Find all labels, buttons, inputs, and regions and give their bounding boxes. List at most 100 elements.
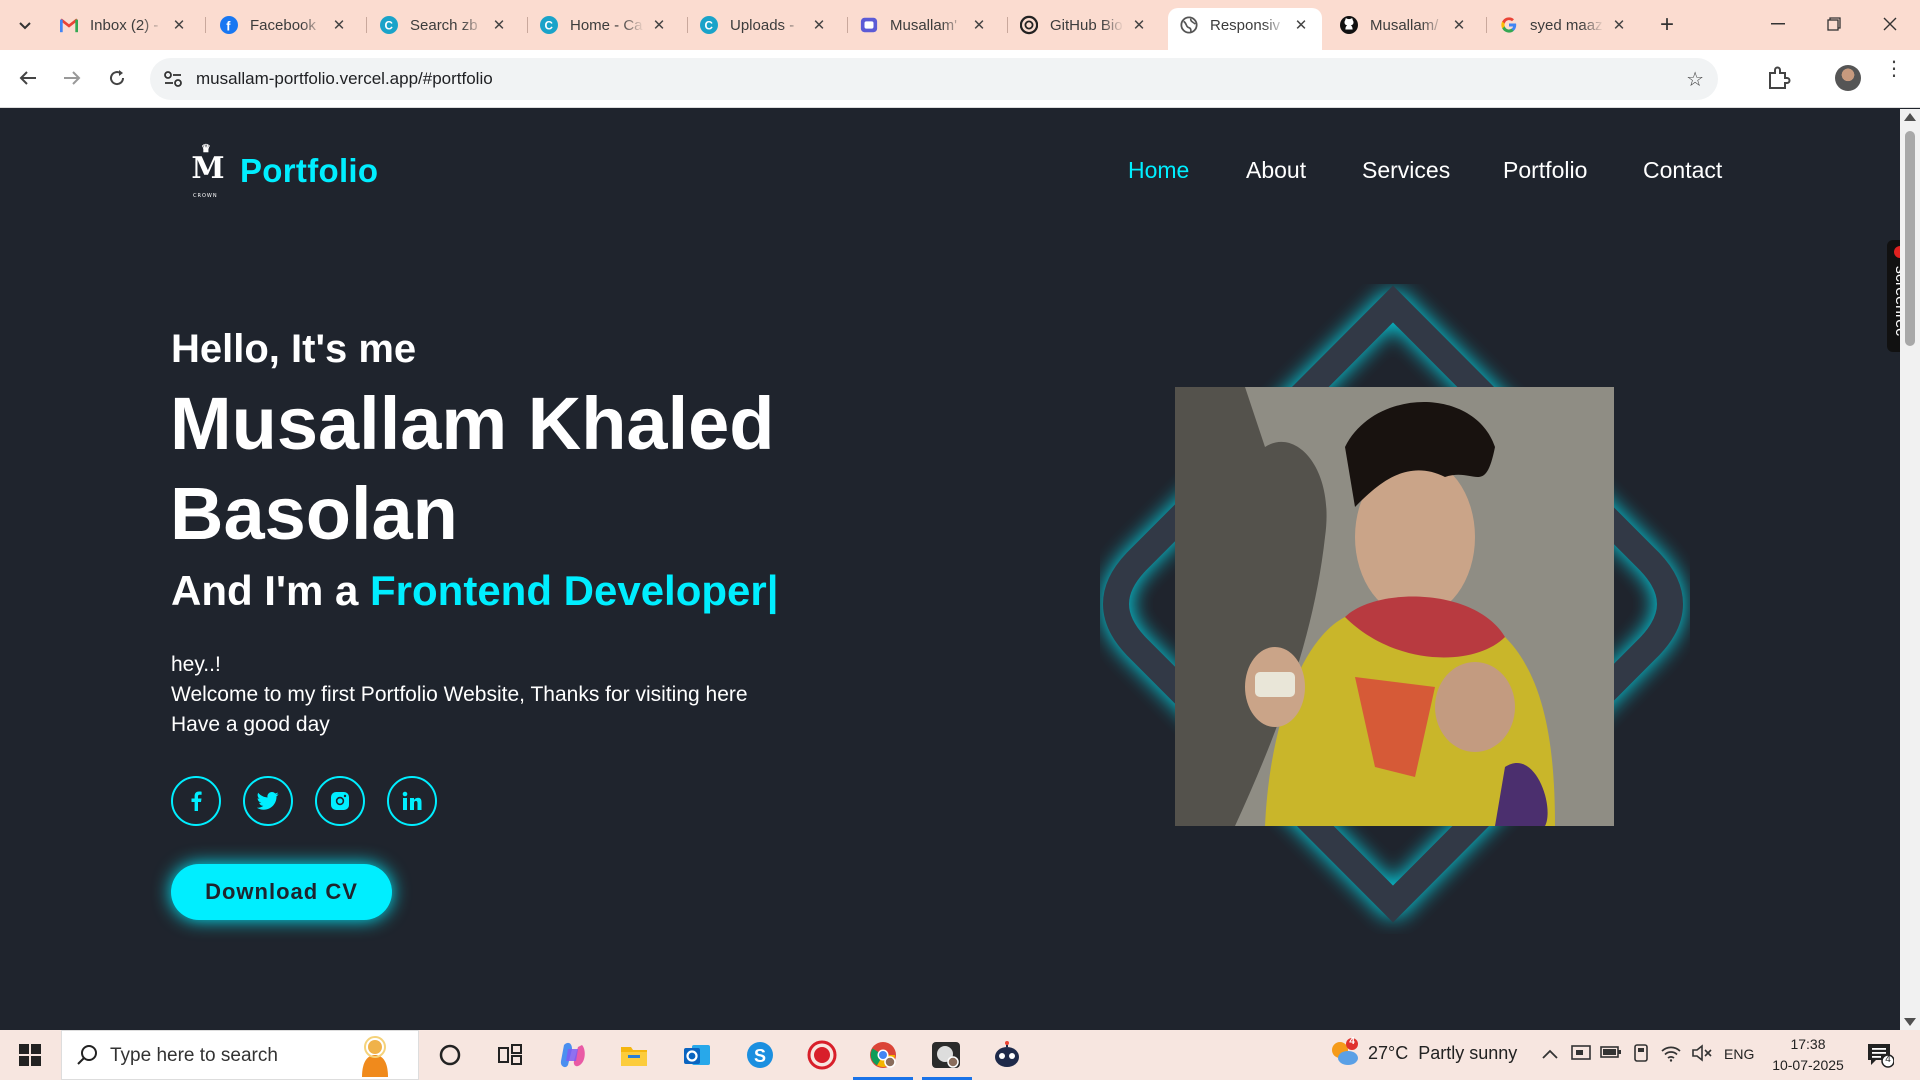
scroll-thumb[interactable]	[1905, 131, 1915, 346]
logo-sub-text: CROWN	[193, 193, 218, 199]
intro-line: Welcome to my first Portfolio Website, T…	[171, 683, 748, 706]
skype-icon[interactable]: S	[743, 1038, 777, 1072]
logo-mark-letter: M	[191, 151, 225, 186]
tab-responsive-active[interactable]: Responsiv ✕	[1168, 8, 1322, 50]
device-icon[interactable]	[1630, 1044, 1652, 1066]
close-tab-icon[interactable]: ✕	[970, 16, 988, 34]
url-text[interactable]: musallam-portfolio.vercel.app/#portfolio	[196, 69, 493, 89]
close-tab-icon[interactable]: ✕	[810, 16, 828, 34]
download-cv-button[interactable]: Download CV	[171, 864, 392, 920]
cortana-icon[interactable]	[433, 1038, 467, 1072]
crown-icon: ♛	[201, 142, 211, 155]
battery-icon[interactable]	[1600, 1044, 1622, 1066]
gmail-icon	[60, 16, 78, 34]
tab-separator	[1486, 17, 1487, 33]
site-info-tune-icon[interactable]	[162, 68, 184, 90]
search-highlight-figure-icon	[362, 1036, 388, 1077]
close-tab-icon[interactable]: ✕	[650, 16, 668, 34]
globe-icon	[1180, 16, 1198, 34]
copilot-icon[interactable]	[556, 1038, 590, 1072]
instagram-link-icon[interactable]	[315, 776, 365, 826]
minimize-icon[interactable]	[1750, 0, 1806, 48]
close-tab-icon[interactable]: ✕	[490, 16, 508, 34]
browser-toolbar: musallam-portfolio.vercel.app/#portfolio…	[0, 50, 1920, 108]
close-tab-icon[interactable]: ✕	[1292, 16, 1310, 34]
new-tab-plus-icon[interactable]: +	[1652, 10, 1682, 40]
canva-icon: C	[380, 16, 398, 34]
close-window-icon[interactable]	[1862, 0, 1918, 48]
tab-strip: Inbox (2) - ✕ f Facebook ✕ C Search zb ✕…	[0, 0, 1920, 50]
windows-start-icon[interactable]	[0, 1030, 60, 1080]
tab-title: Uploads -	[730, 16, 795, 34]
app-icon	[860, 16, 878, 34]
close-tab-icon[interactable]: ✕	[1610, 16, 1628, 34]
close-tab-icon[interactable]: ✕	[1450, 16, 1468, 34]
forward-arrow-icon[interactable]	[56, 62, 88, 94]
page-scrollbar[interactable]	[1900, 109, 1920, 1030]
close-tab-icon[interactable]: ✕	[330, 16, 348, 34]
role-prefix: And I'm a	[171, 567, 371, 614]
reload-icon[interactable]	[101, 62, 133, 94]
chrome-icon[interactable]	[866, 1038, 900, 1072]
language-indicator[interactable]: ENG	[1724, 1046, 1754, 1062]
nav-contact[interactable]: Contact	[1643, 157, 1722, 184]
twitter-link-icon[interactable]	[243, 776, 293, 826]
bot-icon[interactable]	[990, 1038, 1024, 1072]
back-arrow-icon[interactable]	[12, 62, 44, 94]
facebook-link-icon[interactable]	[171, 776, 221, 826]
tab-gmail[interactable]: Inbox (2) - ✕	[48, 8, 200, 42]
taskbar-clock[interactable]: 17:38 10-07-2025	[1768, 1034, 1848, 1076]
more-menu-icon[interactable]: ⋮	[1884, 59, 1904, 79]
restore-icon[interactable]	[1806, 0, 1862, 48]
tab-title: Musallam/	[1370, 16, 1439, 34]
outlook-icon[interactable]	[680, 1038, 714, 1072]
nav-home[interactable]: Home	[1128, 157, 1189, 184]
tab-canva-search[interactable]: C Search zb ✕	[368, 8, 520, 42]
meet-now-icon[interactable]	[1570, 1044, 1592, 1066]
tab-separator	[366, 17, 367, 33]
site-logo[interactable]: ♛ M CROWN Portfolio	[190, 143, 378, 200]
task-view-icon[interactable]	[493, 1038, 527, 1072]
tab-title: Responsiv	[1210, 16, 1281, 34]
weather-condition: Partly sunny	[1418, 1042, 1518, 1063]
file-explorer-icon[interactable]	[617, 1038, 651, 1072]
tab-title: Musallam'	[890, 16, 958, 34]
tab-separator	[205, 17, 206, 33]
role-text: Frontend Developer	[370, 567, 767, 614]
search-placeholder: Type here to search	[110, 1045, 278, 1066]
tab-search-chevron-icon[interactable]	[11, 12, 39, 40]
bookmark-star-icon[interactable]: ☆	[1686, 67, 1704, 92]
canva-icon: C	[700, 16, 718, 34]
profile-avatar[interactable]	[1835, 65, 1861, 91]
google-icon	[1500, 16, 1518, 34]
scroll-up-arrow-icon[interactable]	[1904, 113, 1916, 121]
nav-about[interactable]: About	[1246, 157, 1306, 184]
volume-muted-icon[interactable]	[1691, 1044, 1713, 1066]
extensions-puzzle-icon[interactable]	[1766, 65, 1794, 93]
tab-canva-uploads[interactable]: C Uploads - ✕	[688, 8, 840, 42]
clock-time: 17:38	[1790, 1036, 1826, 1052]
tab-musallam-app[interactable]: Musallam' ✕	[848, 8, 1000, 42]
app-icon[interactable]	[929, 1038, 963, 1072]
address-bar[interactable]: musallam-portfolio.vercel.app/#portfolio…	[150, 58, 1718, 100]
linkedin-link-icon[interactable]	[387, 776, 437, 826]
notification-center-icon[interactable]: 4	[1866, 1042, 1895, 1068]
tab-github-repo[interactable]: Musallam/ ✕	[1328, 8, 1480, 42]
tab-google-search[interactable]: syed maaz ✕	[1488, 8, 1640, 42]
tab-canva-home[interactable]: C Home - Ca ✕	[528, 8, 680, 42]
partly-sunny-icon: 4	[1328, 1036, 1358, 1068]
search-icon	[77, 1045, 97, 1065]
wifi-icon[interactable]	[1660, 1044, 1682, 1066]
taskbar-search-box[interactable]: Type here to search	[61, 1030, 419, 1080]
show-hidden-icons-chevron-icon[interactable]	[1539, 1044, 1561, 1066]
close-tab-icon[interactable]: ✕	[1130, 16, 1148, 34]
tab-github-bio[interactable]: GitHub Bio ✕	[1008, 8, 1160, 42]
weather-widget[interactable]: 4 27°C Partly sunny	[1328, 1036, 1518, 1068]
scroll-down-arrow-icon[interactable]	[1904, 1018, 1916, 1026]
nav-portfolio[interactable]: Portfolio	[1503, 157, 1587, 184]
recorder-icon[interactable]	[805, 1038, 839, 1072]
windows-taskbar: Type here to search S 4 27°C Partly sunn…	[0, 1030, 1920, 1080]
tab-facebook[interactable]: f Facebook ✕	[208, 8, 360, 42]
close-tab-icon[interactable]: ✕	[170, 16, 188, 34]
nav-services[interactable]: Services	[1362, 157, 1450, 184]
